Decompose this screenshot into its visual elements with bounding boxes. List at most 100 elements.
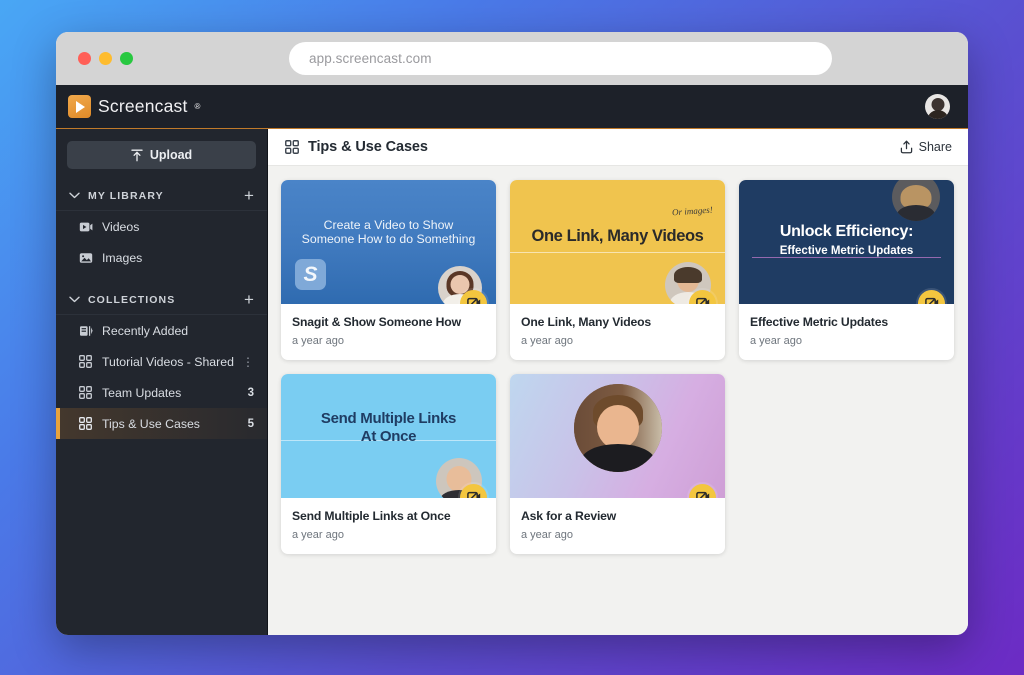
- media-card[interactable]: Unlock Efficiency: Effective Metric Upda…: [739, 180, 954, 360]
- sidebar-item-overflow-menu-icon[interactable]: ⋮: [242, 356, 254, 368]
- snagit-logo-letter: S: [303, 262, 318, 286]
- media-card[interactable]: Ask for a Review a year ago: [510, 374, 725, 554]
- media-card-grid: Create a Video to Show Someone How to do…: [268, 166, 968, 635]
- browser-chrome: app.screencast.com: [56, 32, 968, 85]
- minimize-window-button[interactable]: [99, 52, 112, 65]
- upload-icon: [131, 149, 143, 161]
- collection-icon: [79, 355, 93, 368]
- thumb-title-line-1: Unlock Efficiency:: [779, 223, 914, 241]
- address-bar-text: app.screencast.com: [309, 51, 432, 66]
- share-button[interactable]: Share: [900, 140, 952, 154]
- screencast-logo[interactable]: Screencast ®: [68, 95, 200, 118]
- thumb-title: Unlock Efficiency: Effective Metric Upda…: [771, 223, 923, 258]
- avatar[interactable]: [925, 94, 950, 119]
- media-card[interactable]: Or images! One Link, Many Videos One Lin…: [510, 180, 725, 360]
- card-title: Send Multiple Links at Once: [292, 509, 451, 523]
- thumb-title-line-2: Someone How to do Something: [301, 232, 476, 246]
- card-thumbnail[interactable]: Or images! One Link, Many Videos: [510, 180, 725, 304]
- sidebar-section-my-library[interactable]: MY LIBRARY +: [56, 181, 267, 211]
- thumb-title: One Link, Many Videos: [523, 227, 713, 246]
- card-title: Ask for a Review: [521, 509, 617, 523]
- card-timestamp: a year ago: [292, 335, 344, 347]
- avatar-body-shape: [926, 110, 949, 119]
- card-timestamp: a year ago: [750, 335, 802, 347]
- share-button-label: Share: [918, 140, 952, 154]
- media-card[interactable]: Send Multiple Links At Once Send Multipl…: [281, 374, 496, 554]
- thumb-title-line-2: At Once: [360, 428, 417, 445]
- browser-window: app.screencast.com Screencast ® Upload M…: [56, 32, 968, 635]
- sidebar-item-count: 5: [247, 417, 254, 430]
- card-meta: Ask for a Review a year ago: [510, 498, 725, 554]
- sidebar-item-label: Recently Added: [102, 323, 189, 338]
- app-body: Upload MY LIBRARY + Videos Images COLLEC…: [56, 129, 968, 635]
- media-card[interactable]: Create a Video to Show Someone How to do…: [281, 180, 496, 360]
- card-meta: Snagit & Show Someone How a year ago: [281, 304, 496, 360]
- play-logo-icon: [68, 95, 91, 118]
- card-title: One Link, Many Videos: [521, 315, 652, 329]
- thumb-title: Create a Video to Show Someone How to do…: [293, 218, 485, 247]
- presenter-thumbnail: [892, 180, 940, 221]
- share-upload-icon: [900, 140, 912, 154]
- sidebar: Upload MY LIBRARY + Videos Images COLLEC…: [56, 129, 268, 635]
- upload-button-label: Upload: [149, 148, 193, 162]
- card-title: Effective Metric Updates: [750, 315, 888, 329]
- card-thumbnail[interactable]: Send Multiple Links At Once: [281, 374, 496, 498]
- video-icon: [79, 221, 93, 233]
- collection-icon: [79, 417, 93, 430]
- collection-icon: [79, 386, 93, 399]
- sidebar-item-tips-use-cases[interactable]: Tips & Use Cases 5: [56, 408, 267, 439]
- add-library-item-button[interactable]: +: [244, 187, 255, 204]
- sidebar-item-images[interactable]: Images: [56, 242, 267, 273]
- card-thumbnail[interactable]: Unlock Efficiency: Effective Metric Upda…: [739, 180, 954, 304]
- card-thumbnail[interactable]: [510, 374, 725, 498]
- thumb-divider: [510, 251, 725, 253]
- sidebar-section-label: MY LIBRARY: [88, 189, 164, 202]
- page-title: Tips & Use Cases: [308, 139, 428, 155]
- presenter-hair: [674, 266, 702, 283]
- add-collection-button[interactable]: +: [244, 291, 255, 308]
- sidebar-item-videos[interactable]: Videos: [56, 211, 267, 242]
- sidebar-item-label: Videos: [102, 219, 140, 234]
- card-meta: One Link, Many Videos a year ago: [510, 304, 725, 360]
- close-window-button[interactable]: [78, 52, 91, 65]
- maximize-window-button[interactable]: [120, 52, 133, 65]
- sidebar-section-label: COLLECTIONS: [88, 293, 176, 306]
- card-meta: Effective Metric Updates a year ago: [739, 304, 954, 360]
- sidebar-item-count: 3: [247, 386, 254, 399]
- card-title: Snagit & Show Someone How: [292, 315, 461, 329]
- presenter-body: [580, 444, 655, 472]
- chevron-down-icon: [69, 192, 80, 199]
- collection-icon: [285, 140, 299, 154]
- app-top-bar: Screencast ®: [56, 85, 968, 129]
- registered-trademark-icon: ®: [194, 102, 201, 111]
- presenter-thumbnail: [573, 384, 662, 472]
- sidebar-item-label: Team Updates: [102, 385, 182, 400]
- card-meta: Send Multiple Links at Once a year ago: [281, 498, 496, 554]
- sidebar-item-label: Tutorial Videos - Shared: [102, 354, 234, 369]
- sidebar-item-recently-added[interactable]: Recently Added: [56, 315, 267, 346]
- thumb-title-line-2: Effective Metric Updates: [779, 245, 914, 258]
- presenter-body: [897, 205, 935, 221]
- sidebar-item-label: Tips & Use Cases: [102, 416, 200, 431]
- card-thumbnail[interactable]: Create a Video to Show Someone How to do…: [281, 180, 496, 304]
- sidebar-item-label: Images: [102, 250, 143, 265]
- image-icon: [79, 252, 93, 264]
- presenter-head: [596, 405, 639, 450]
- thumb-title-line-1: One Link, Many Videos: [531, 227, 704, 246]
- address-bar[interactable]: app.screencast.com: [289, 42, 832, 75]
- sidebar-section-collections[interactable]: COLLECTIONS +: [56, 285, 267, 315]
- recent-icon: [79, 325, 93, 337]
- thumb-title: Send Multiple Links At Once: [312, 410, 465, 445]
- sidebar-item-team-updates[interactable]: Team Updates 3: [56, 377, 267, 408]
- content-header: Tips & Use Cases Share: [268, 129, 968, 166]
- window-traffic-lights: [78, 52, 133, 65]
- sidebar-item-tutorial-videos-shared[interactable]: Tutorial Videos - Shared ⋮: [56, 346, 267, 377]
- upload-button[interactable]: Upload: [67, 141, 256, 169]
- card-timestamp: a year ago: [521, 335, 573, 347]
- chevron-down-icon: [69, 296, 80, 303]
- thumb-title-line-1: Send Multiple Links: [320, 410, 457, 428]
- main-content: Tips & Use Cases Share Create a Video to…: [268, 129, 968, 635]
- card-timestamp: a year ago: [292, 529, 344, 541]
- snagit-logo-icon: S: [295, 259, 326, 290]
- thumb-title-line-1: Create a Video to Show: [323, 217, 454, 232]
